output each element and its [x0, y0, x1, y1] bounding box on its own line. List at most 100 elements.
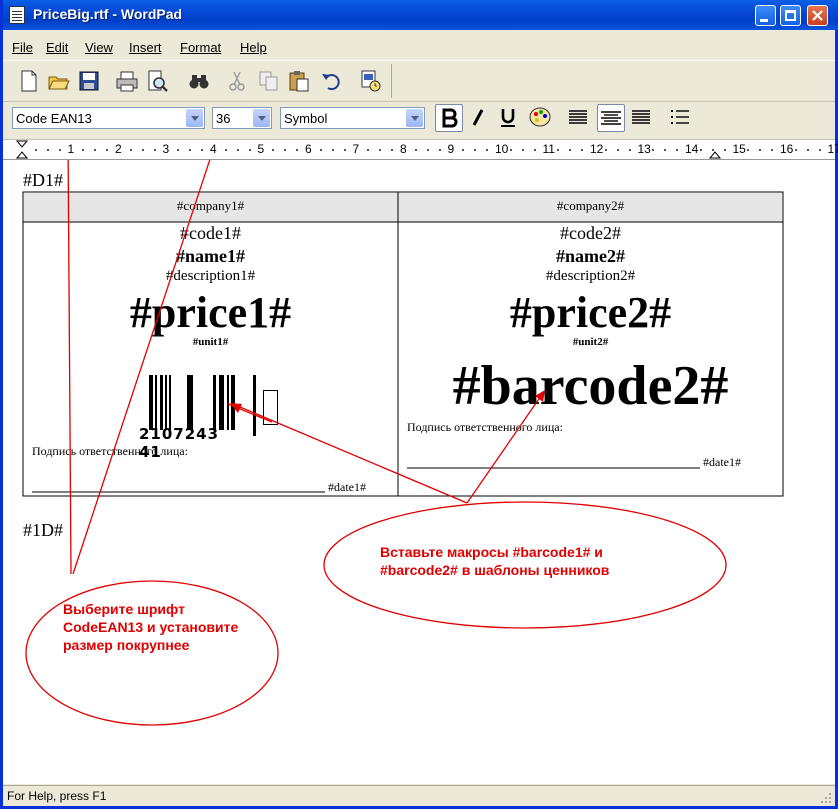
ruler-tick	[426, 149, 429, 151]
ruler-number: 8	[400, 142, 407, 156]
close-button[interactable]	[807, 5, 828, 26]
maximize-button[interactable]	[780, 5, 801, 26]
find-binoculars-icon[interactable]	[187, 68, 211, 94]
ruler-number: 4	[210, 142, 217, 156]
align-center-button[interactable]	[597, 104, 625, 132]
chevron-down-icon[interactable]	[253, 109, 270, 127]
underline-button[interactable]	[495, 104, 523, 132]
ruler-tick	[129, 149, 132, 151]
print-preview-icon[interactable]	[145, 68, 169, 94]
ruler-number: 7	[352, 142, 360, 156]
ruler[interactable]: 1 2 3 4 5 6 7 8 9 10 11 12 13 14 15 16 17	[3, 140, 838, 160]
left-indent-marker-icon[interactable]	[16, 140, 28, 160]
align-right-icon	[632, 110, 650, 124]
ruler-tick	[414, 149, 417, 151]
menu-format[interactable]: Format	[180, 40, 221, 55]
ruler-tick	[319, 149, 322, 151]
color-button[interactable]	[527, 104, 555, 132]
ruler-number: 14	[685, 142, 699, 156]
ruler-tick	[509, 149, 512, 151]
bullets-icon	[671, 110, 689, 124]
ruler-tick	[106, 149, 109, 151]
script-combo[interactable]: Symbol	[280, 107, 425, 129]
title-bar[interactable]: PriceBig.rtf - WordPad	[3, 0, 838, 30]
ruler-tick	[474, 149, 477, 151]
open-folder-icon[interactable]	[47, 68, 71, 94]
chevron-down-icon[interactable]	[406, 109, 423, 127]
ruler-tick	[759, 149, 762, 151]
ruler-tick	[569, 149, 572, 151]
ruler-number: 12	[590, 142, 604, 156]
ruler-tick	[486, 149, 489, 151]
ruler-tick	[771, 149, 774, 151]
ruler-tick	[581, 149, 584, 151]
ruler-number: 2	[115, 142, 122, 156]
menu-edit[interactable]: Edit	[46, 40, 68, 55]
bullets-button[interactable]	[667, 104, 695, 132]
paste-clipboard-icon[interactable]	[287, 68, 311, 94]
ruler-tick	[236, 149, 239, 151]
ruler-tick	[272, 149, 275, 151]
ruler-tick	[533, 149, 536, 151]
ruler-number: 9	[447, 142, 455, 156]
ruler-tick	[521, 149, 524, 151]
ruler-tick	[201, 149, 204, 151]
font-name-combo[interactable]: Code EAN13	[12, 107, 205, 129]
ruler-tick	[676, 149, 679, 151]
ruler-tick	[604, 149, 607, 151]
ruler-tick	[177, 149, 180, 151]
italic-button[interactable]	[465, 104, 493, 132]
chevron-down-icon[interactable]	[186, 109, 203, 127]
ruler-tick	[58, 149, 61, 151]
ruler-tick	[296, 149, 299, 151]
align-center-icon	[601, 111, 621, 125]
left-callout-text: Выберите шрифт CodeEAN13 и установите ра…	[63, 601, 239, 653]
ruler-tick	[664, 149, 667, 151]
menu-help[interactable]: Help	[240, 40, 267, 55]
bold-icon	[442, 108, 458, 128]
font-name-value: Code EAN13	[16, 111, 92, 126]
ruler-tick	[141, 149, 144, 151]
minimize-icon	[760, 19, 768, 22]
document-area[interactable]: #D1# #company1# #company2# #code1# #name…	[3, 160, 835, 784]
ruler-number: 1	[67, 142, 75, 156]
resize-grip-icon[interactable]	[819, 791, 833, 805]
ruler-tick	[711, 149, 714, 151]
ruler-number: 13	[637, 142, 651, 156]
status-bar: For Help, press F1	[3, 785, 835, 807]
ruler-tick	[438, 149, 441, 151]
align-left-icon	[569, 110, 587, 124]
ruler-tick	[818, 149, 821, 151]
underline-icon	[501, 109, 515, 127]
window-title: PriceBig.rtf - WordPad	[33, 6, 183, 22]
ruler-tick	[699, 149, 702, 151]
bold-button[interactable]	[435, 104, 463, 132]
ruler-tick	[82, 149, 85, 151]
wordpad-app-icon[interactable]	[9, 6, 25, 24]
menu-file[interactable]: File	[12, 40, 33, 55]
ruler-number: 5	[257, 142, 265, 156]
insert-datetime-icon[interactable]	[359, 68, 383, 94]
ruler-tick	[723, 149, 726, 151]
copy-icon[interactable]	[257, 68, 281, 94]
undo-icon[interactable]	[319, 68, 343, 94]
palette-icon	[529, 107, 551, 127]
menu-insert[interactable]: Insert	[129, 40, 162, 55]
menu-view[interactable]: View	[85, 40, 113, 55]
minimize-button[interactable]	[755, 5, 776, 26]
callout-arrows	[25, 160, 727, 726]
align-right-button[interactable]	[628, 104, 656, 132]
align-left-button[interactable]	[565, 104, 593, 132]
ruler-tick	[331, 149, 334, 151]
new-document-icon[interactable]	[17, 68, 41, 94]
print-icon[interactable]	[115, 68, 139, 94]
ruler-tick	[391, 149, 394, 151]
ruler-tick	[46, 149, 49, 151]
right-callout-text: Вставьте макросы #barcode1# и #barcode2#…	[380, 544, 610, 578]
font-size-combo[interactable]: 36	[212, 107, 272, 129]
save-disk-icon[interactable]	[77, 68, 101, 94]
cut-scissors-icon[interactable]	[225, 68, 249, 94]
status-help-text: For Help, press F1	[7, 789, 107, 803]
ruler-tick	[806, 149, 809, 151]
ruler-number: 15	[732, 142, 746, 156]
